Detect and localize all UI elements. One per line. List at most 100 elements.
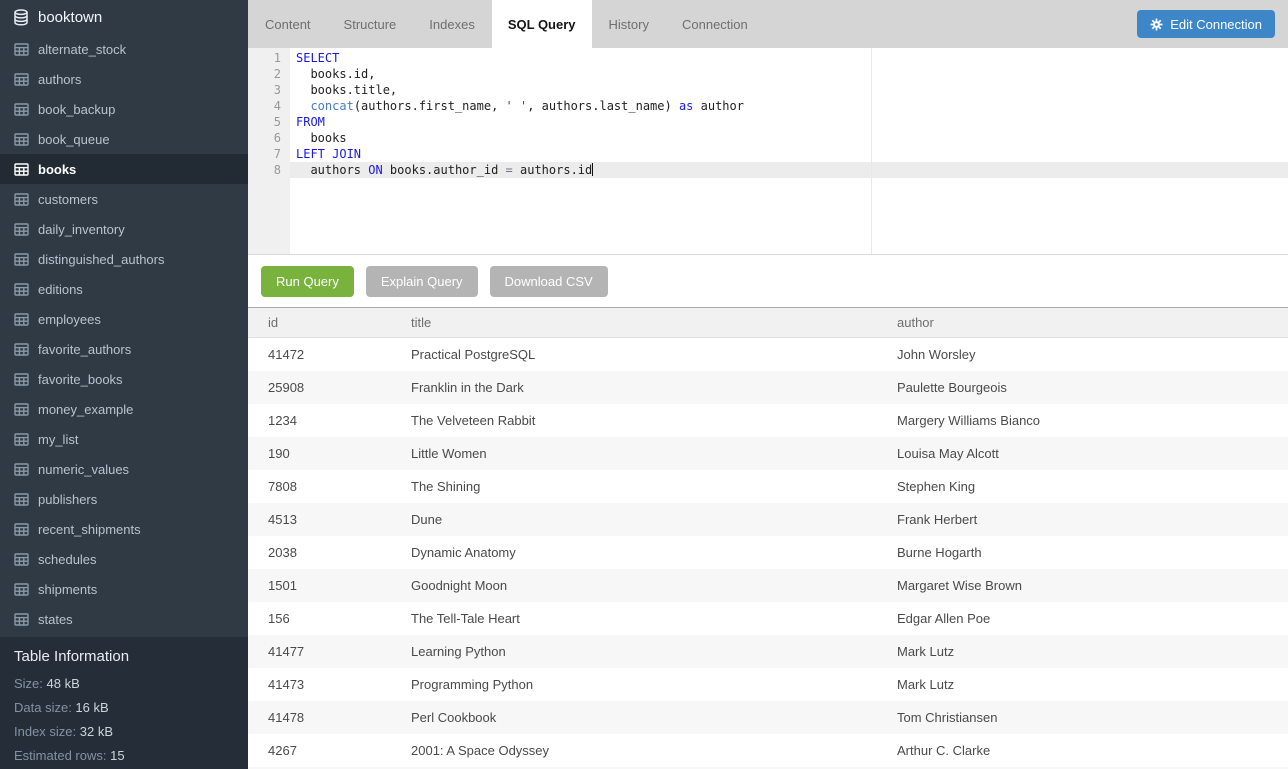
table-info-value: 32 kB — [80, 724, 113, 739]
postbird-app-window: booktown alternate_stock authors book_ba… — [0, 0, 1288, 769]
cell-id: 41478 — [248, 710, 391, 725]
query-toolbar: Run Query Explain Query Download CSV — [248, 256, 1288, 307]
tab-sql-query[interactable]: SQL Query — [492, 0, 592, 48]
sidebar-item-label: customers — [38, 192, 98, 207]
table-icon — [14, 433, 29, 446]
table-row[interactable]: 2038Dynamic AnatomyBurne Hogarth — [248, 536, 1288, 569]
sidebar-item-label: my_list — [38, 432, 78, 447]
sidebar-item-label: alternate_stock — [38, 42, 126, 57]
cell-author: Arthur C. Clarke — [877, 743, 1288, 758]
sidebar-item-money_example[interactable]: money_example — [0, 394, 248, 424]
sidebar-item-daily_inventory[interactable]: daily_inventory — [0, 214, 248, 244]
table-info-value: 48 kB — [47, 676, 80, 691]
cell-author: Louisa May Alcott — [877, 446, 1288, 461]
sidebar-item-label: money_example — [38, 402, 133, 417]
sidebar-item-alternate_stock[interactable]: alternate_stock — [0, 34, 248, 64]
database-name: booktown — [38, 9, 102, 26]
tab-structure[interactable]: Structure — [328, 0, 413, 48]
table-row[interactable]: 42672001: A Space OdysseyArthur C. Clark… — [248, 734, 1288, 767]
table-row[interactable]: 1501Goodnight MoonMargaret Wise Brown — [248, 569, 1288, 602]
table-icon — [14, 253, 29, 266]
cell-id: 4513 — [248, 512, 391, 527]
table-row[interactable]: 190Little WomenLouisa May Alcott — [248, 437, 1288, 470]
table-row[interactable]: 4513DuneFrank Herbert — [248, 503, 1288, 536]
line-number: 3 — [248, 82, 290, 98]
sidebar-item-label: numeric_values — [38, 462, 129, 477]
code-line-1: SELECT — [296, 50, 1288, 66]
sidebar-item-employees[interactable]: employees — [0, 304, 248, 334]
sidebar-item-publishers[interactable]: publishers — [0, 484, 248, 514]
run-query-button[interactable]: Run Query — [261, 266, 354, 297]
edit-connection-button[interactable]: Edit Connection — [1137, 10, 1275, 38]
sidebar-item-label: daily_inventory — [38, 222, 125, 237]
table-icon — [14, 163, 29, 176]
code-line-6: books — [296, 130, 1288, 146]
query-results-table[interactable]: idtitleauthor 41472Practical PostgreSQLJ… — [248, 307, 1288, 769]
table-row[interactable]: 41473Programming PythonMark Lutz — [248, 668, 1288, 701]
sidebar-item-favorite_books[interactable]: favorite_books — [0, 364, 248, 394]
cell-id: 2038 — [248, 545, 391, 560]
main-panel: ContentStructureIndexesSQL QueryHistoryC… — [248, 0, 1288, 769]
cell-author: Margaret Wise Brown — [877, 578, 1288, 593]
table-icon — [14, 583, 29, 596]
table-info-row: Data size: 16 kB — [14, 696, 248, 720]
sidebar-item-authors[interactable]: authors — [0, 64, 248, 94]
table-info-label: Size: — [14, 676, 47, 691]
cell-author: Edgar Allen Poe — [877, 611, 1288, 626]
sidebar-item-favorite_authors[interactable]: favorite_authors — [0, 334, 248, 364]
table-icon — [14, 223, 29, 236]
table-row[interactable]: 41478Perl CookbookTom Christiansen — [248, 701, 1288, 734]
sidebar-item-numeric_values[interactable]: numeric_values — [0, 454, 248, 484]
sidebar-item-customers[interactable]: customers — [0, 184, 248, 214]
table-icon — [14, 103, 29, 116]
table-icon — [14, 283, 29, 296]
code-line-2: books.id, — [296, 66, 1288, 82]
sidebar-database-header[interactable]: booktown — [0, 0, 248, 34]
cell-id: 190 — [248, 446, 391, 461]
sidebar-item-recent_shipments[interactable]: recent_shipments — [0, 514, 248, 544]
table-row[interactable]: 41477Learning PythonMark Lutz — [248, 635, 1288, 668]
sidebar-item-books[interactable]: books — [0, 154, 248, 184]
editor-code-area[interactable]: SELECT books.id, books.title, concat(aut… — [296, 50, 1288, 178]
column-header-title: title — [391, 315, 877, 330]
sidebar-item-shipments[interactable]: shipments — [0, 574, 248, 604]
edit-connection-label: Edit Connection — [1170, 17, 1262, 32]
tab-connection[interactable]: Connection — [666, 0, 764, 48]
table-icon — [14, 43, 29, 56]
table-info-row: Index size: 32 kB — [14, 720, 248, 744]
cell-title: 2001: A Space Odyssey — [391, 743, 877, 758]
table-row[interactable]: 1234The Velveteen RabbitMargery Williams… — [248, 404, 1288, 437]
code-line-8: authors ON books.author_id = authors.id — [296, 162, 1288, 178]
table-info-row: Estimated rows: 15 — [14, 744, 248, 768]
sidebar-item-book_backup[interactable]: book_backup — [0, 94, 248, 124]
cell-id: 41473 — [248, 677, 391, 692]
cell-author: Mark Lutz — [877, 677, 1288, 692]
sidebar-item-distinguished_authors[interactable]: distinguished_authors — [0, 244, 248, 274]
sidebar-item-my_list[interactable]: my_list — [0, 424, 248, 454]
table-icon — [14, 553, 29, 566]
explain-query-button[interactable]: Explain Query — [366, 266, 478, 297]
sidebar-item-label: favorite_authors — [38, 342, 131, 357]
table-row[interactable]: 41472Practical PostgreSQLJohn Worsley — [248, 338, 1288, 371]
download-csv-button[interactable]: Download CSV — [490, 266, 608, 297]
tab-history[interactable]: History — [593, 0, 665, 48]
sidebar-item-book_queue[interactable]: book_queue — [0, 124, 248, 154]
table-info-label: Estimated rows: — [14, 748, 110, 763]
sidebar-item-editions[interactable]: editions — [0, 274, 248, 304]
database-icon — [13, 9, 29, 26]
table-row[interactable]: 156The Tell-Tale HeartEdgar Allen Poe — [248, 602, 1288, 635]
gear-icon — [1150, 18, 1163, 31]
table-info-label: Index size: — [14, 724, 80, 739]
tab-content[interactable]: Content — [249, 0, 327, 48]
sidebar-item-schedules[interactable]: schedules — [0, 544, 248, 574]
cell-id: 1501 — [248, 578, 391, 593]
cell-title: Perl Cookbook — [391, 710, 877, 725]
table-row[interactable]: 25908Franklin in the DarkPaulette Bourge… — [248, 371, 1288, 404]
table-row[interactable]: 7808The ShiningStephen King — [248, 470, 1288, 503]
sidebar-item-states[interactable]: states — [0, 604, 248, 634]
tab-indexes[interactable]: Indexes — [413, 0, 491, 48]
table-info-row: Size: 48 kB — [14, 672, 248, 696]
sql-editor[interactable]: 12345678 SELECT books.id, books.title, c… — [248, 48, 1288, 255]
sidebar-item-label: editions — [38, 282, 83, 297]
cell-id: 156 — [248, 611, 391, 626]
